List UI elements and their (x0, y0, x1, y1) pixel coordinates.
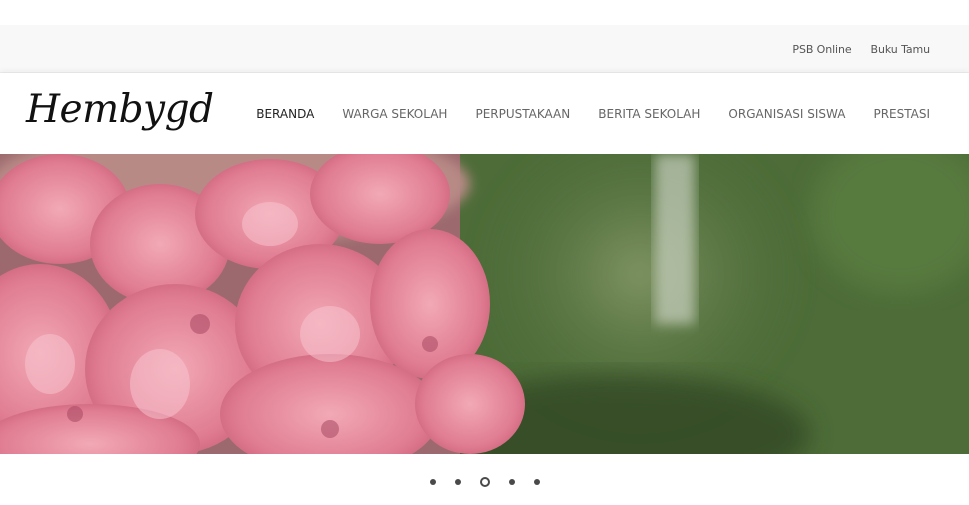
nav-item-warga-sekolah[interactable]: WARGA SEKOLAH (342, 107, 447, 121)
nav-item-berita-sekolah[interactable]: BERITA SEKOLAH (598, 107, 700, 121)
site-logo[interactable]: Hembygd (26, 79, 214, 141)
site-header: Hembygd BERANDA WARGA SEKOLAH PERPUSTAKA… (0, 73, 969, 154)
nav-item-perpustakaan[interactable]: PERPUSTAKAAN (475, 107, 570, 121)
nav-item-organisasi-siswa[interactable]: ORGANISASI SISWA (728, 107, 845, 121)
main-nav: BERANDA WARGA SEKOLAH PERPUSTAKAAN BERIT… (228, 73, 930, 154)
slide-dot-4[interactable] (508, 479, 515, 485)
top-bar: PSB Online Buku Tamu (0, 25, 969, 73)
psb-online-link[interactable]: PSB Online (792, 43, 851, 56)
top-links: PSB Online Buku Tamu (773, 25, 930, 73)
buku-tamu-link[interactable]: Buku Tamu (871, 43, 931, 56)
hero-slider[interactable] (0, 154, 969, 454)
slider-pagination (0, 474, 969, 490)
nav-item-beranda[interactable]: BERANDA (256, 107, 314, 121)
flower-photo (0, 154, 969, 454)
slide-dot-1[interactable] (429, 479, 436, 485)
slide-dot-3[interactable] (479, 477, 490, 487)
nav-item-prestasi[interactable]: PRESTASI (873, 107, 930, 121)
slide-dot-2[interactable] (454, 479, 461, 485)
slide-dot-5[interactable] (533, 479, 540, 485)
